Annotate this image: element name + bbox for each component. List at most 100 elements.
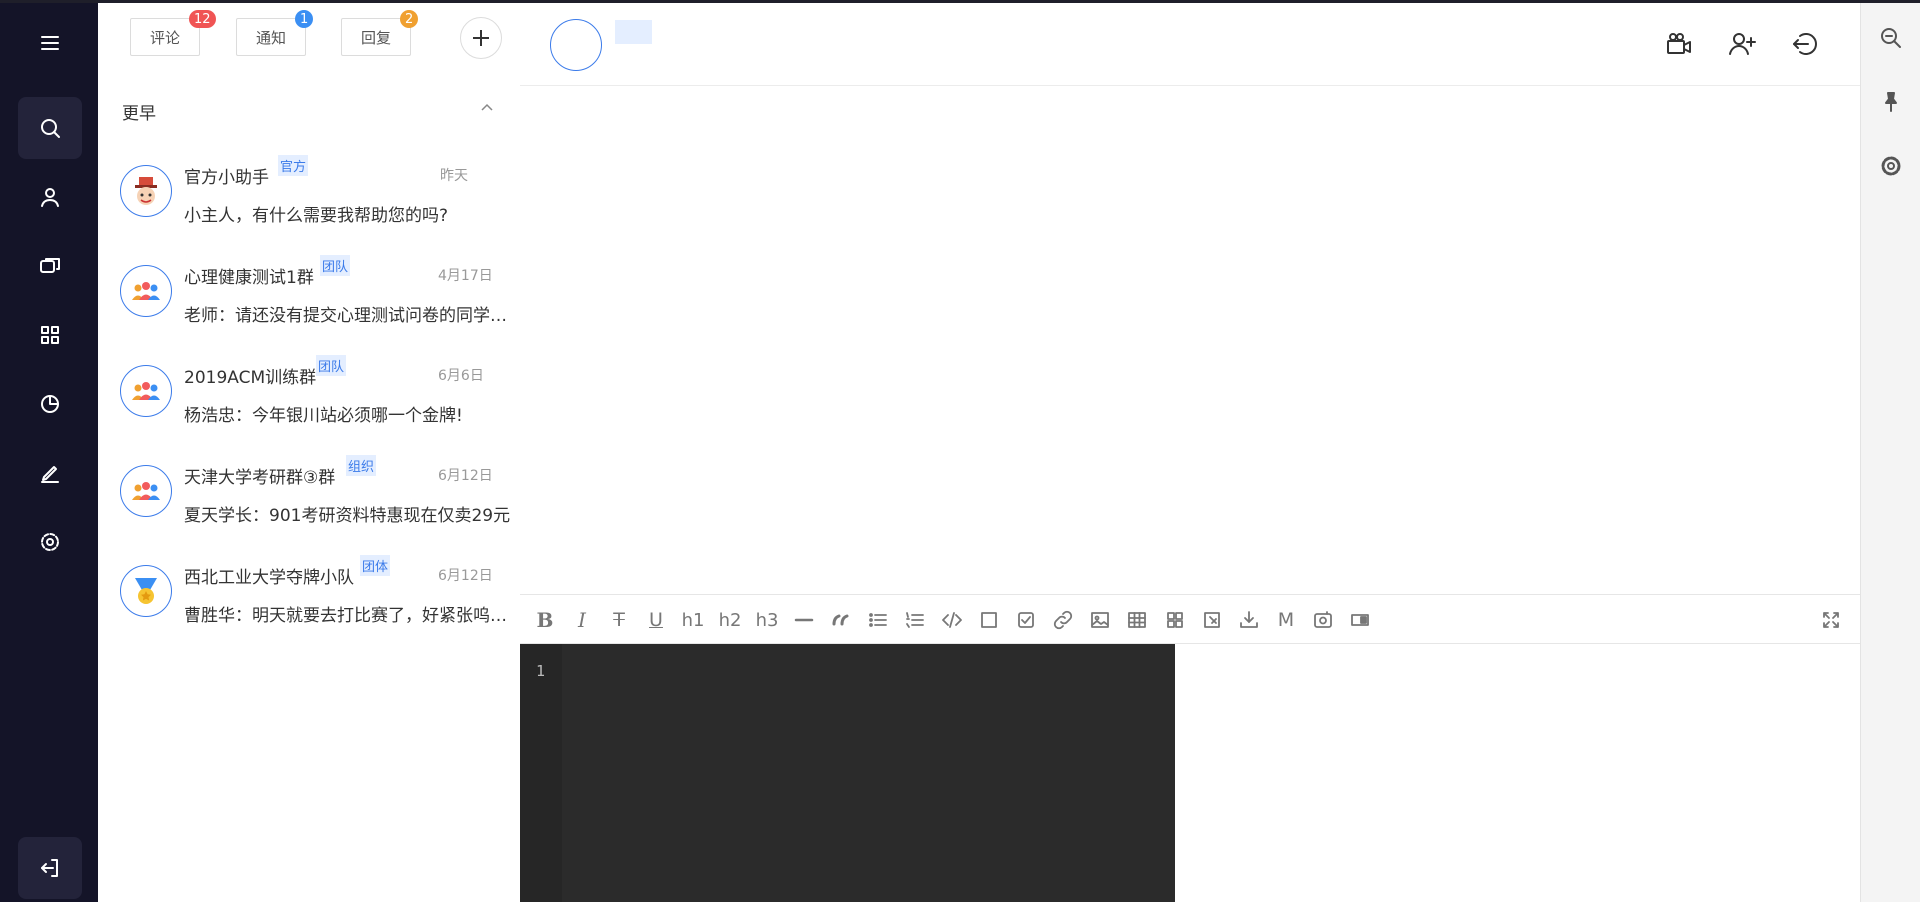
conversation-tag: 团体 [360, 555, 391, 576]
conversation-date: 6月12日 [438, 568, 493, 584]
video-call-button[interactable] [1662, 27, 1696, 61]
group-icon [132, 482, 160, 500]
heading1-button[interactable]: h1 [678, 605, 708, 635]
chat-header [520, 3, 1860, 86]
numbered-list-button[interactable] [900, 605, 930, 635]
markdown-editor[interactable]: 1 [520, 644, 1175, 902]
settings-icon [41, 533, 59, 551]
conversation-item[interactable]: 官方小助手 官方 昨天 小主人，有什么需要我帮助您的吗? [98, 145, 520, 241]
checked-box-button[interactable] [1011, 605, 1041, 635]
nav-search[interactable] [18, 97, 82, 159]
table-button[interactable] [1122, 605, 1152, 635]
link-button[interactable] [1048, 605, 1078, 635]
checkbox-empty-icon [981, 612, 997, 628]
heading2-button[interactable]: h2 [715, 605, 745, 635]
pin-button[interactable] [1876, 87, 1906, 117]
nav-write[interactable] [18, 442, 82, 504]
download-button[interactable] [1234, 605, 1264, 635]
exit-icon [1793, 33, 1817, 55]
italic-button[interactable]: I [567, 605, 597, 635]
avatar [120, 465, 172, 517]
chat-panel: B I T U h1 h2 h3 M 1 [520, 3, 1860, 902]
bold-icon: B [536, 608, 554, 632]
image-button[interactable] [1085, 605, 1115, 635]
conversation-item[interactable]: 西北工业大学夺牌小队 团体 6月12日 曹胜华：明天就要去打比赛了，好紧张呜呜呜 [98, 545, 520, 641]
tab-notifications[interactable]: 通知 1 [236, 10, 314, 56]
markdown-button[interactable]: M [1271, 605, 1301, 635]
right-utility-bar [1860, 3, 1920, 902]
image-icon [1091, 612, 1109, 628]
strikethrough-button[interactable]: T [604, 605, 634, 635]
conversation-date: 6月6日 [438, 368, 484, 384]
mascot-icon [135, 177, 157, 205]
fullscreen-icon [1823, 612, 1839, 628]
layout-button[interactable] [1160, 605, 1190, 635]
add-button[interactable] [460, 17, 502, 59]
plus-icon [473, 30, 489, 46]
menu-button[interactable] [18, 11, 82, 75]
conversation-name: 天津大学考研群③群 [184, 468, 336, 488]
quote-icon [832, 614, 849, 626]
code-button[interactable] [937, 605, 967, 635]
tab-replies[interactable]: 回复 2 [341, 10, 419, 56]
layout-icon [1167, 612, 1183, 628]
comments-count-badge: 12 [189, 10, 216, 28]
conversation-name: 西北工业大学夺牌小队 [184, 568, 354, 588]
chat-icon [40, 258, 60, 273]
chat-avatar[interactable] [550, 19, 602, 71]
conversation-preview: 小主人，有什么需要我帮助您的吗? [184, 206, 449, 226]
exit-chat-button[interactable] [1788, 27, 1822, 61]
italic-icon: I [578, 608, 586, 632]
group-header: 更早 [122, 104, 156, 124]
search-icon [1881, 28, 1901, 48]
checkbox-checked-icon [1018, 612, 1034, 628]
fullscreen-button[interactable] [1816, 605, 1846, 635]
avatar [120, 265, 172, 317]
checkbox-button[interactable] [974, 605, 1004, 635]
conversation-preview: 夏天学长：901考研资料特惠现在仅卖29元 [184, 506, 511, 526]
editor-toolbar: B I T U h1 h2 h3 M [520, 594, 1860, 644]
line-number: 1 [536, 662, 546, 680]
conversation-date: 6月12日 [438, 468, 493, 484]
add-member-button[interactable] [1725, 27, 1759, 61]
user-icon [41, 188, 59, 207]
clear-format-button[interactable] [1197, 605, 1227, 635]
toggle-preview-button[interactable] [1345, 605, 1375, 635]
bullet-list-button[interactable] [863, 605, 893, 635]
split-view-icon [1351, 614, 1369, 626]
preview-button[interactable] [1308, 605, 1338, 635]
conversation-item[interactable]: 2019ACM训练群 团队 6月6日 杨浩忠：今年银川站必须哪一个金牌! [98, 345, 520, 441]
heading3-button[interactable]: h3 [752, 605, 782, 635]
conversation-item[interactable]: 天津大学考研群③群 组织 6月12日 夏天学长：901考研资料特惠现在仅卖29元 [98, 445, 520, 541]
numbered-list-icon [906, 612, 924, 628]
nav-messages[interactable] [18, 235, 82, 297]
nav-statistics[interactable] [18, 373, 82, 435]
nav-apps[interactable] [18, 304, 82, 366]
quote-button[interactable] [826, 605, 856, 635]
conversation-name: 心理健康测试1群 [184, 268, 314, 288]
nav-settings[interactable] [18, 511, 82, 573]
horizontal-rule-button[interactable] [789, 605, 819, 635]
search-messages-button[interactable] [1876, 23, 1906, 53]
add-user-icon [1729, 33, 1756, 55]
video-camera-icon [1667, 33, 1691, 54]
nav-contacts[interactable] [18, 166, 82, 228]
nav-logout[interactable] [18, 837, 82, 899]
chat-title-placeholder [615, 20, 652, 44]
conversation-item[interactable]: 心理健康测试1群 团队 4月17日 老师：请还没有提交心理测试问卷的同学尽快提交 [98, 245, 520, 341]
line-number-gutter: 1 [520, 644, 562, 902]
conversation-tag: 团队 [316, 355, 347, 376]
link-icon [1053, 610, 1073, 630]
tab-label: 通知 [255, 28, 286, 47]
tab-label: 回复 [360, 28, 391, 47]
horizontal-rule-icon [794, 618, 814, 622]
chevron-up-icon[interactable] [478, 99, 496, 117]
search-icon [41, 119, 60, 138]
replies-count-badge: 2 [400, 10, 419, 28]
bold-button[interactable]: B [530, 605, 560, 635]
notifications-count-badge: 1 [295, 10, 314, 28]
chat-settings-button[interactable] [1876, 151, 1906, 181]
tab-comments[interactable]: 评论 12 [130, 10, 216, 56]
conversation-preview: 杨浩忠：今年银川站必须哪一个金牌! [184, 406, 463, 426]
underline-button[interactable]: U [641, 605, 671, 635]
